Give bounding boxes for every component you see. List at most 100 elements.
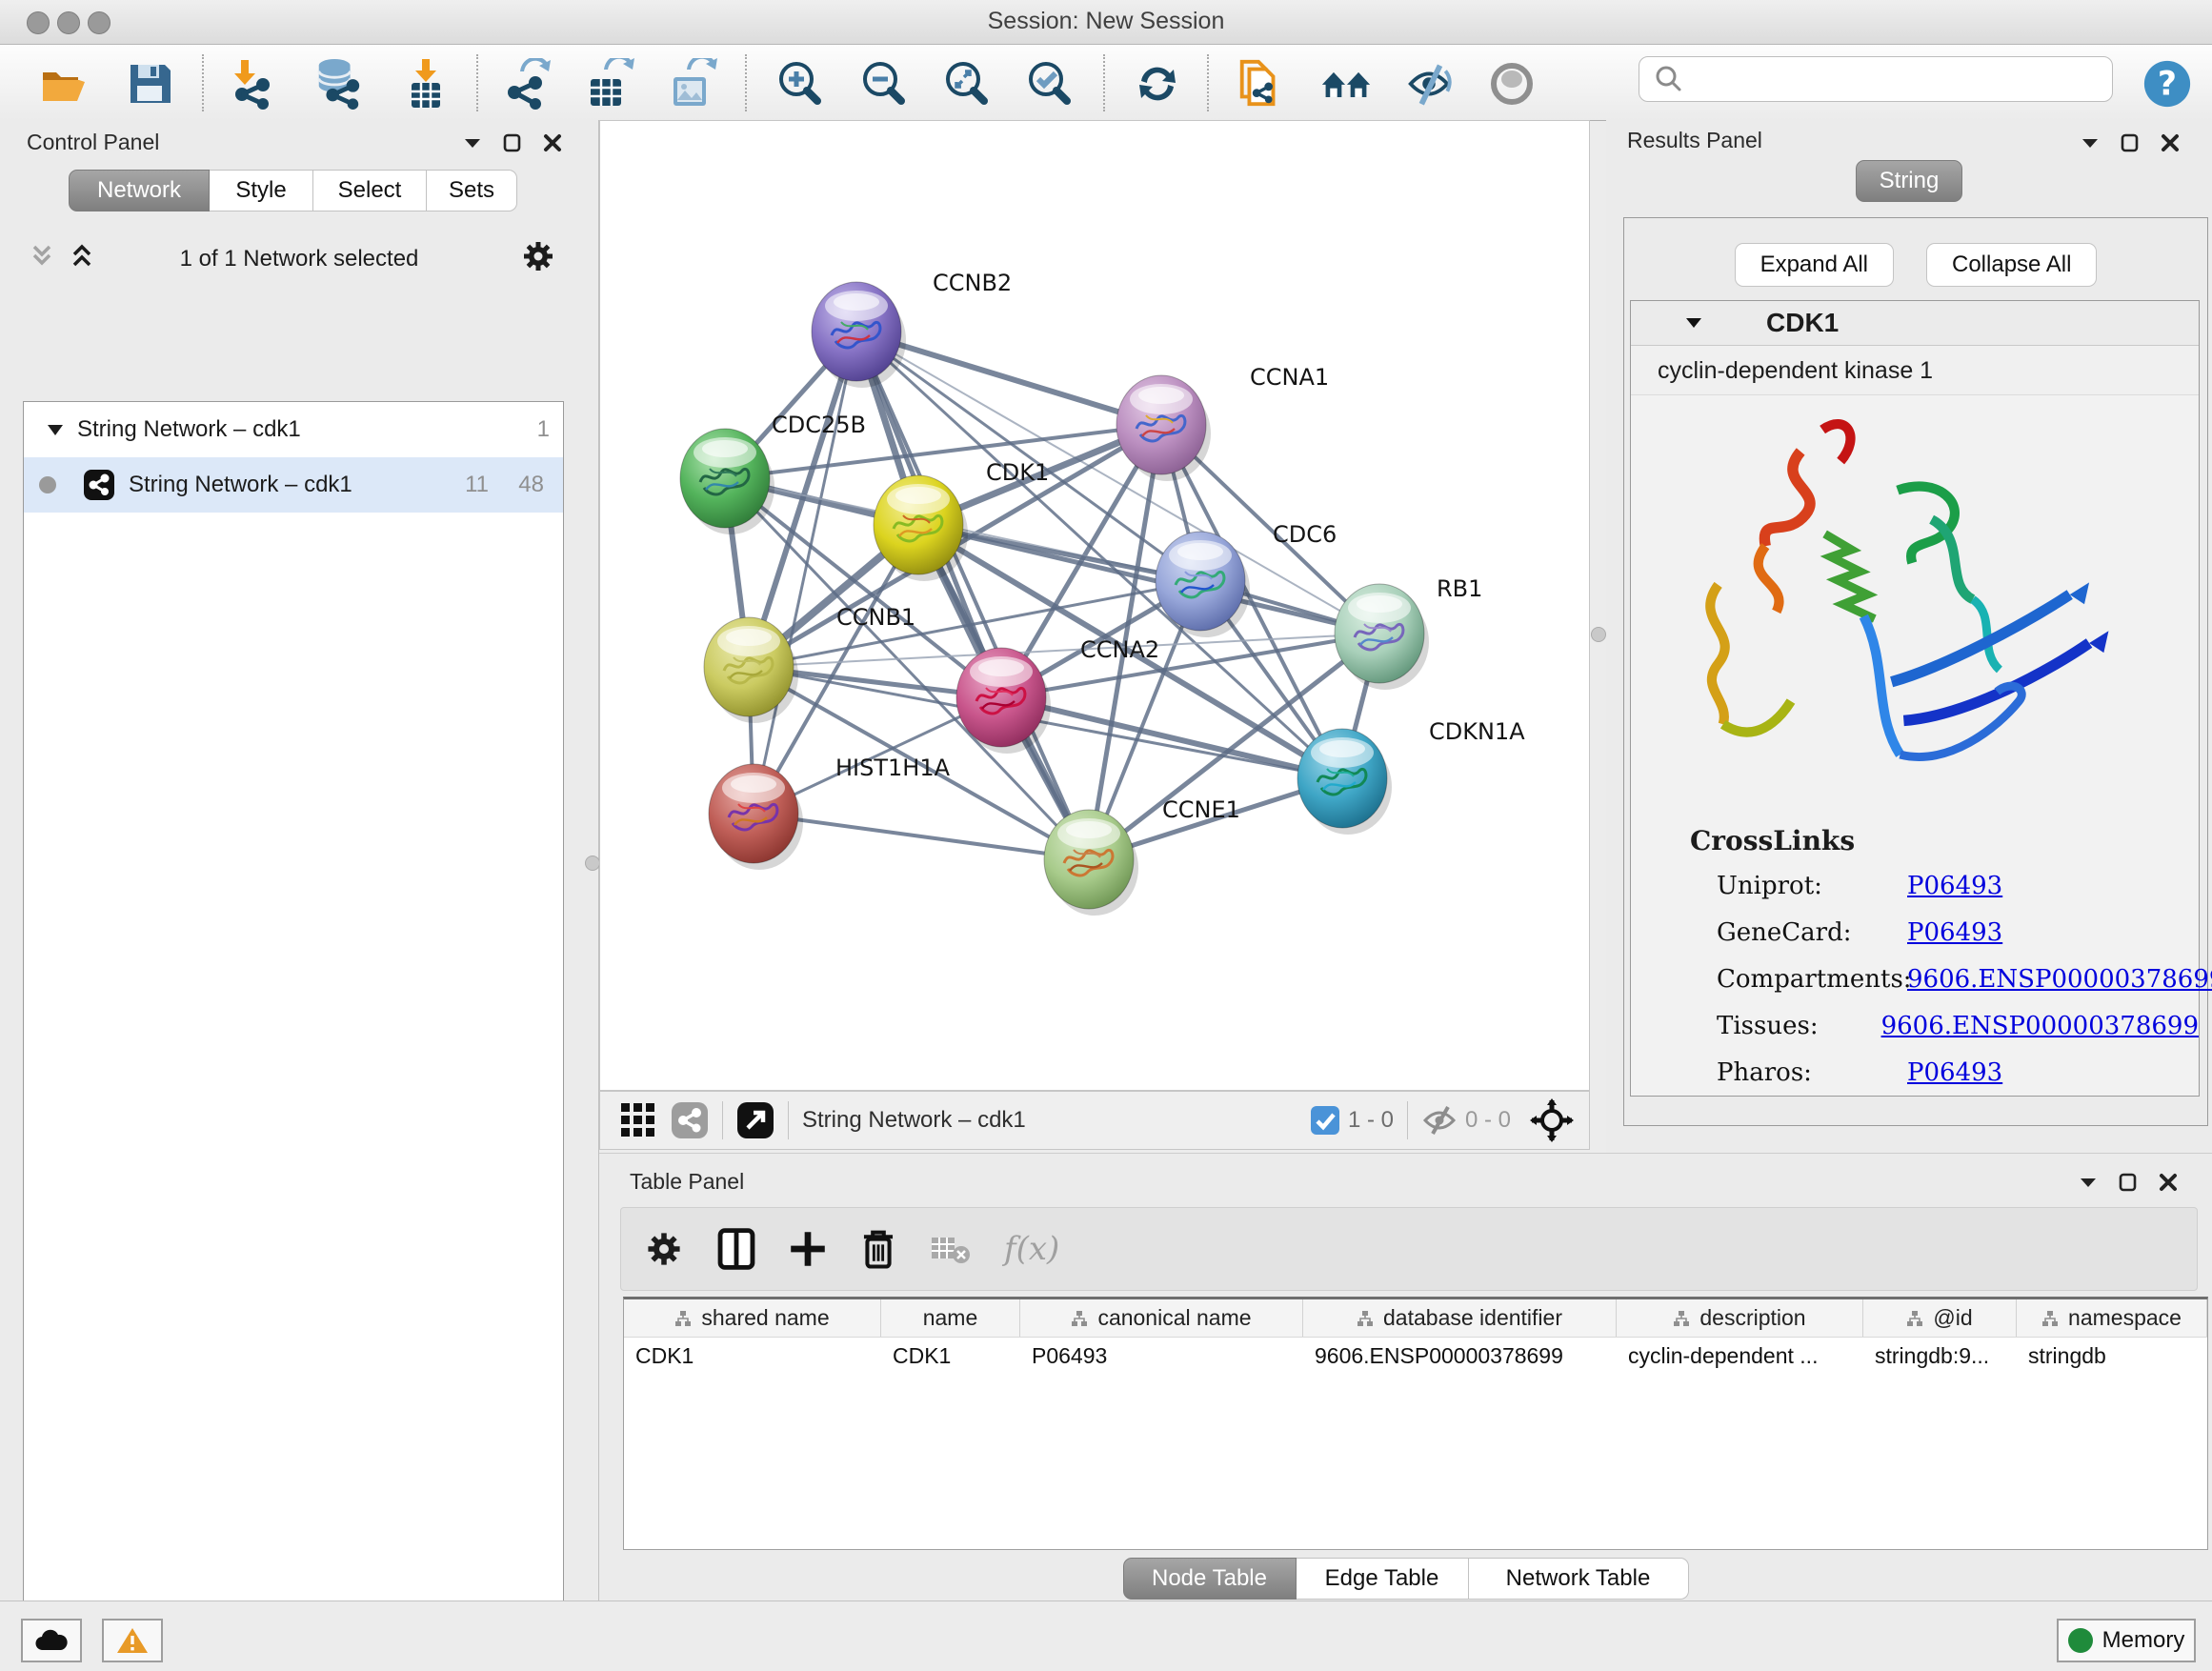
tab-network[interactable]: Network — [69, 170, 210, 211]
node-CCNA1[interactable] — [1116, 375, 1211, 481]
refresh-layout-button[interactable] — [1132, 58, 1183, 110]
tab-select[interactable]: Select — [313, 170, 427, 211]
string-badge-icon[interactable] — [671, 1101, 709, 1139]
node-CDK1[interactable] — [874, 475, 968, 581]
panel-close-icon[interactable] — [2161, 133, 2180, 152]
zoom-fit-button[interactable] — [940, 58, 992, 110]
node-CCNB2[interactable] — [812, 282, 906, 388]
search-icon — [1653, 63, 1685, 95]
crosslink-label: Uniprot: — [1717, 872, 1907, 900]
selected-checkbox-icon[interactable] — [1310, 1105, 1340, 1136]
tab-node-table[interactable]: Node Table — [1123, 1558, 1297, 1600]
panel-menu-icon[interactable] — [2079, 1176, 2098, 1189]
cloud-button[interactable] — [21, 1619, 82, 1662]
node-CDC25B[interactable] — [680, 429, 774, 534]
node-HIST1H1A[interactable] — [709, 764, 803, 870]
crosslink-row: Tissues:9606.ENSP00000378699 — [1717, 1012, 2199, 1040]
column-header-shared-name[interactable]: shared name — [624, 1299, 881, 1337]
edge-HIST1H1A-CCNE1[interactable] — [754, 814, 1089, 859]
column-header-database-identifier[interactable]: database identifier — [1303, 1299, 1617, 1337]
table-cell[interactable]: cyclin-dependent ... — [1617, 1338, 1863, 1374]
network-row[interactable]: String Network – cdk1 11 48 — [24, 457, 563, 513]
collapse-all-button[interactable]: Collapse All — [1926, 243, 2097, 287]
panel-float-icon[interactable] — [2121, 133, 2140, 152]
cloud-icon — [33, 1627, 70, 1654]
zoom-selected-button[interactable] — [1023, 58, 1075, 110]
crosslink-link[interactable]: P06493 — [1907, 872, 2002, 900]
crosslink-link[interactable]: P06493 — [1907, 1058, 2002, 1087]
tab-style[interactable]: Style — [210, 170, 313, 211]
left-splitter-handle[interactable] — [585, 856, 600, 871]
warnings-button[interactable] — [102, 1619, 163, 1662]
table-cell[interactable]: CDK1 — [881, 1338, 1020, 1374]
show-columns-icon[interactable] — [716, 1227, 756, 1271]
birds-eye-grid-icon[interactable] — [619, 1101, 657, 1139]
expand-all-button[interactable]: Expand All — [1735, 243, 1894, 287]
zoom-out-button[interactable] — [857, 58, 909, 110]
add-column-icon[interactable] — [789, 1230, 827, 1268]
import-table-icon — [400, 58, 452, 110]
tab-edge-table[interactable]: Edge Table — [1297, 1558, 1469, 1600]
open-view-icon[interactable] — [736, 1101, 774, 1139]
tab-network-table[interactable]: Network Table — [1469, 1558, 1689, 1600]
table-cell[interactable]: stringdb:9... — [1863, 1338, 2017, 1374]
node-CDKN1A[interactable] — [1297, 729, 1392, 835]
delete-table-icon[interactable] — [930, 1232, 972, 1266]
function-builder-button[interactable]: f(x) — [1004, 1230, 1059, 1268]
string-import-button[interactable] — [1235, 58, 1286, 110]
string-glass-toggle-button[interactable] — [1403, 58, 1455, 110]
open-session-button[interactable] — [38, 58, 90, 110]
table-cell[interactable]: P06493 — [1020, 1338, 1303, 1374]
export-image-button[interactable] — [666, 58, 717, 110]
memory-button[interactable]: Memory — [2057, 1619, 2196, 1662]
panel-float-icon[interactable] — [2119, 1173, 2138, 1192]
table-settings-gear-icon[interactable] — [644, 1229, 684, 1269]
network-collection-row[interactable]: String Network – cdk1 1 — [24, 402, 563, 457]
toolbar-divider — [722, 1101, 723, 1139]
tab-string[interactable]: String — [1856, 160, 1962, 202]
import-network-database-button[interactable] — [312, 58, 364, 110]
node-table: shared namenamecanonical namedatabase id… — [623, 1297, 2208, 1550]
results-panel-title: Results Panel — [1627, 128, 1762, 153]
collapse-triangle-icon[interactable] — [47, 424, 64, 436]
import-table-button[interactable] — [400, 58, 452, 110]
fit-selected-crosshair-icon[interactable] — [1530, 1098, 1574, 1142]
column-header-name[interactable]: name — [881, 1299, 1020, 1337]
table-cell[interactable]: stringdb — [2017, 1338, 2207, 1374]
panel-close-icon[interactable] — [543, 133, 562, 152]
node-CCNE1[interactable] — [1044, 810, 1138, 916]
zoom-in-button[interactable] — [774, 58, 825, 110]
network-canvas[interactable]: CCNB2CCNA1CDC25BCDK1CDC6RB1CCNB1CCNA2CDK… — [599, 120, 1590, 1091]
right-splitter-handle[interactable] — [1591, 627, 1606, 642]
crosslink-link[interactable]: 9606.ENSP00000378699 — [1907, 965, 2212, 994]
table-cell[interactable]: 9606.ENSP00000378699 — [1303, 1338, 1617, 1374]
column-header-@id[interactable]: @id — [1863, 1299, 2017, 1337]
panel-close-icon[interactable] — [2159, 1173, 2178, 1192]
import-network-file-button[interactable] — [229, 58, 280, 110]
save-session-button[interactable] — [124, 58, 175, 110]
column-header-description[interactable]: description — [1617, 1299, 1863, 1337]
string-sphere-button[interactable] — [1486, 58, 1538, 110]
section-collapse-icon[interactable] — [1684, 316, 1703, 330]
search-input[interactable] — [1693, 66, 2112, 92]
network-options-gear-icon[interactable] — [520, 238, 556, 279]
crosslink-link[interactable]: 9606.ENSP00000378699 — [1881, 1012, 2199, 1040]
string-home-button[interactable] — [1320, 58, 1372, 110]
panel-menu-icon[interactable] — [2081, 136, 2100, 150]
panel-menu-icon[interactable] — [463, 136, 482, 150]
table-row[interactable]: CDK1CDK1P064939606.ENSP00000378699cyclin… — [624, 1338, 2207, 1374]
export-network-button[interactable] — [501, 58, 553, 110]
panel-float-icon[interactable] — [503, 133, 522, 152]
search-field[interactable] — [1639, 56, 2113, 102]
node-RB1[interactable] — [1335, 584, 1429, 690]
table-cell[interactable]: CDK1 — [624, 1338, 881, 1374]
delete-column-icon[interactable] — [859, 1228, 897, 1270]
export-table-button[interactable] — [583, 58, 634, 110]
node-CCNA2[interactable] — [956, 648, 1051, 754]
hidden-eye-icon[interactable] — [1421, 1104, 1458, 1137]
crosslink-link[interactable]: P06493 — [1907, 918, 2002, 947]
column-header-namespace[interactable]: namespace — [2017, 1299, 2207, 1337]
help-button[interactable]: ? — [2142, 58, 2193, 110]
tab-sets[interactable]: Sets — [427, 170, 517, 211]
column-header-canonical-name[interactable]: canonical name — [1020, 1299, 1303, 1337]
